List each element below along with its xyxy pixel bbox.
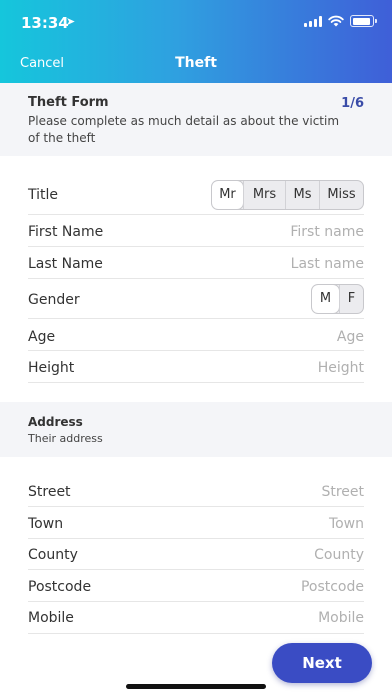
height-label: Height <box>28 360 75 376</box>
first-name-field[interactable]: First Name First name <box>28 215 364 247</box>
first-name-input[interactable]: First name <box>290 224 364 240</box>
gender-segmented-control[interactable]: M F <box>311 284 364 314</box>
mobile-label: Mobile <box>28 610 74 626</box>
age-label: Age <box>28 329 56 345</box>
height-field[interactable]: Height Height <box>28 351 364 383</box>
county-input[interactable]: County <box>314 547 364 563</box>
mobile-field[interactable]: Mobile Mobile <box>28 602 364 634</box>
postcode-field[interactable]: Postcode Postcode <box>28 570 364 602</box>
title-segmented-control[interactable]: Mr Mrs Ms Miss <box>211 180 364 210</box>
gender-label: Gender <box>28 292 80 308</box>
signal-icon <box>304 15 322 27</box>
status-icons <box>304 15 377 27</box>
wifi-icon <box>328 15 344 27</box>
postcode-input[interactable]: Postcode <box>301 579 364 595</box>
street-label: Street <box>28 484 71 500</box>
gender-option-m[interactable]: M <box>312 285 339 313</box>
street-field[interactable]: Street Street <box>28 475 364 507</box>
height-input[interactable]: Height <box>318 360 364 376</box>
town-field[interactable]: Town Town <box>28 507 364 539</box>
county-label: County <box>28 547 78 563</box>
age-input[interactable]: Age <box>337 329 364 345</box>
form-header: Theft Form 1/6 Please complete as much d… <box>0 83 392 156</box>
title-option-mrs[interactable]: Mrs <box>243 181 285 209</box>
location-arrow-icon: ➤ <box>66 15 76 28</box>
title-option-mr[interactable]: Mr <box>212 181 243 209</box>
street-input[interactable]: Street <box>321 484 364 500</box>
age-field[interactable]: Age Age <box>28 319 364 351</box>
address-section-header: Address Their address <box>0 402 392 457</box>
town-label: Town <box>28 516 64 532</box>
app-header: 13:34 ➤ Cancel Theft <box>0 0 392 83</box>
status-time: 13:34 <box>21 14 69 32</box>
step-indicator: 1/6 <box>341 96 364 111</box>
form-title: Theft Form <box>28 95 109 110</box>
title-label: Title <box>28 187 59 203</box>
address-description: Their address <box>28 432 103 445</box>
mobile-input[interactable]: Mobile <box>318 610 364 626</box>
next-button[interactable]: Next <box>272 643 372 683</box>
title-row: Title Mr Mrs Ms Miss <box>28 178 364 215</box>
title-option-ms[interactable]: Ms <box>285 181 319 209</box>
home-indicator <box>126 684 266 689</box>
town-input[interactable]: Town <box>329 516 364 532</box>
title-option-miss[interactable]: Miss <box>319 181 363 209</box>
page-title: Theft <box>175 55 217 71</box>
last-name-input[interactable]: Last name <box>291 256 364 272</box>
postcode-label: Postcode <box>28 579 92 595</box>
battery-icon <box>350 15 377 27</box>
gender-row: Gender M F <box>28 279 364 319</box>
first-name-label: First Name <box>28 224 104 240</box>
last-name-label: Last Name <box>28 256 103 272</box>
address-title: Address <box>28 415 83 429</box>
last-name-field[interactable]: Last Name Last name <box>28 247 364 279</box>
form-description: Please complete as much detail as about … <box>28 114 340 145</box>
county-field[interactable]: County County <box>28 539 364 570</box>
gender-option-f[interactable]: F <box>339 285 363 313</box>
